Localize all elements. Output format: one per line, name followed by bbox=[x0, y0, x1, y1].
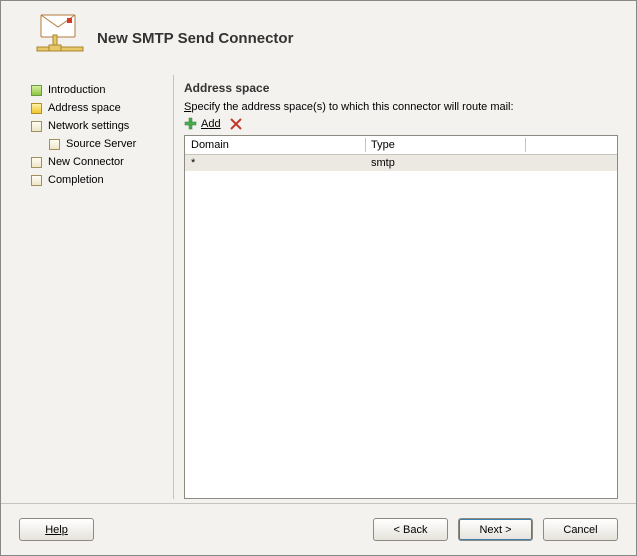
nav-step-label: Network settings bbox=[48, 120, 129, 132]
wizard-footer: Help < Back Next > Cancel bbox=[1, 503, 636, 555]
nav-step-network-settings[interactable]: Network settings bbox=[31, 117, 167, 135]
table-body: * smtp bbox=[185, 155, 617, 498]
add-button-label: Add bbox=[201, 118, 221, 130]
wizard-header: New SMTP Send Connector bbox=[1, 1, 636, 75]
wizard-window: New SMTP Send Connector Introduction Add… bbox=[0, 0, 637, 556]
column-domain[interactable]: Domain bbox=[185, 136, 365, 154]
cancel-button[interactable]: Cancel bbox=[543, 518, 618, 541]
wizard-title: New SMTP Send Connector bbox=[97, 30, 293, 47]
nav-step-source-server[interactable]: Source Server bbox=[31, 135, 167, 153]
wizard-content: Introduction Address space Network setti… bbox=[1, 75, 636, 503]
vertical-divider bbox=[173, 75, 174, 499]
address-space-toolbar: Add bbox=[184, 117, 618, 131]
next-button[interactable]: Next > bbox=[458, 518, 533, 541]
add-button[interactable]: Add bbox=[184, 117, 221, 131]
step-indicator-icon bbox=[31, 103, 42, 114]
wizard-steps-nav: Introduction Address space Network setti… bbox=[17, 75, 167, 503]
step-indicator-icon bbox=[31, 175, 42, 186]
column-spacer bbox=[525, 136, 617, 154]
nav-step-label: New Connector bbox=[48, 156, 124, 168]
nav-step-label: Address space bbox=[48, 102, 121, 114]
help-button[interactable]: Help bbox=[19, 518, 94, 541]
step-indicator-icon bbox=[31, 121, 42, 132]
table-header: Domain Type bbox=[185, 136, 617, 155]
back-button[interactable]: < Back bbox=[373, 518, 448, 541]
step-indicator-icon bbox=[49, 139, 60, 150]
nav-step-completion[interactable]: Completion bbox=[31, 171, 167, 189]
cell-spacer bbox=[525, 155, 617, 171]
table-row[interactable]: * smtp bbox=[185, 155, 617, 171]
cell-domain: * bbox=[185, 155, 365, 171]
column-type[interactable]: Type bbox=[365, 136, 525, 154]
wizard-page: Address space Specify the address space(… bbox=[180, 75, 620, 503]
nav-step-new-connector[interactable]: New Connector bbox=[31, 153, 167, 171]
address-space-table: Domain Type * smtp bbox=[184, 135, 618, 499]
page-description-rest: pecify the address space(s) to which thi… bbox=[191, 101, 513, 113]
page-title: Address space bbox=[184, 81, 618, 95]
plus-icon bbox=[184, 117, 198, 131]
page-description: Specify the address space(s) to which th… bbox=[184, 101, 618, 113]
nav-step-label: Source Server bbox=[66, 138, 136, 150]
cell-type: smtp bbox=[365, 155, 525, 171]
nav-step-address-space[interactable]: Address space bbox=[31, 99, 167, 117]
nav-step-label: Completion bbox=[48, 174, 104, 186]
step-indicator-icon bbox=[31, 157, 42, 168]
delete-x-icon bbox=[229, 117, 243, 131]
nav-step-introduction[interactable]: Introduction bbox=[31, 81, 167, 99]
step-indicator-icon bbox=[31, 85, 42, 96]
remove-button[interactable] bbox=[229, 117, 243, 131]
mail-connector-icon bbox=[31, 9, 89, 67]
nav-step-label: Introduction bbox=[48, 84, 105, 96]
